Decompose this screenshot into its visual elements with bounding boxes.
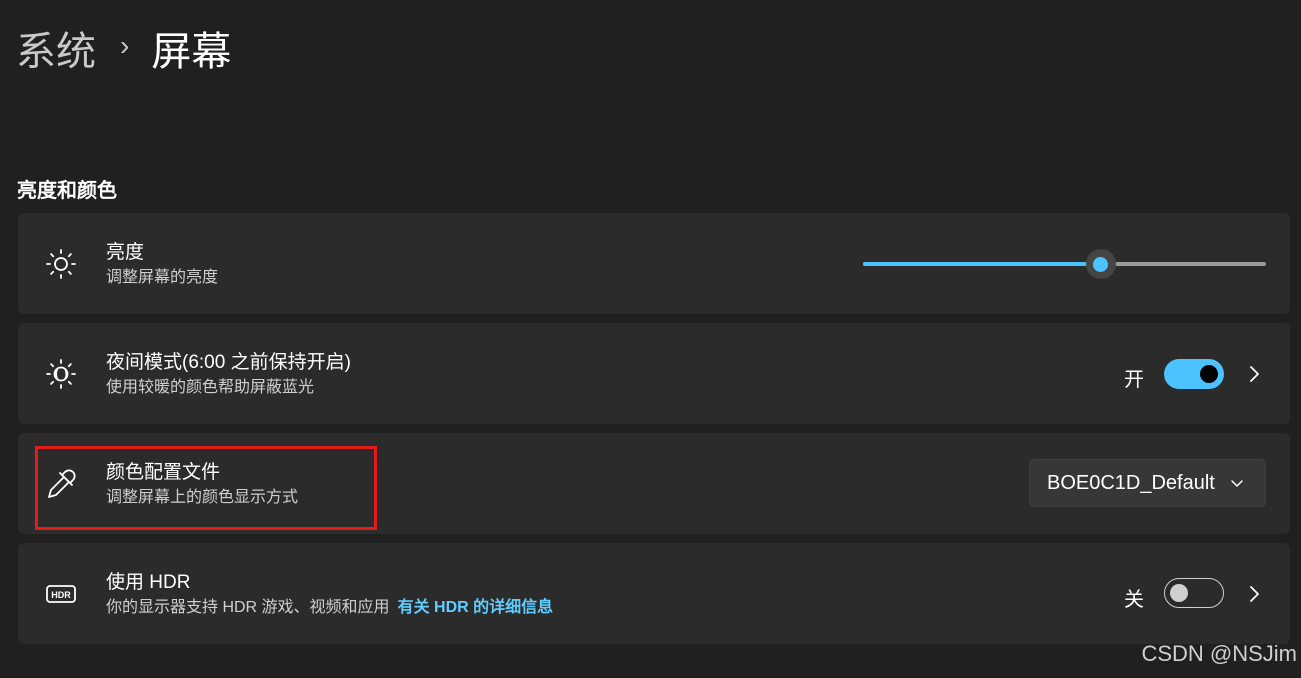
- slider-thumb-center: [1093, 256, 1109, 272]
- toggle-knob: [1200, 365, 1218, 383]
- hdr-title: 使用 HDR: [106, 572, 191, 593]
- night-mode-toggle[interactable]: [1164, 359, 1224, 389]
- dropdown-value: BOE0C1D_Default: [1047, 472, 1215, 494]
- hdr-subtitle-text: 你的显示器支持 HDR 游戏、视频和应用: [106, 599, 390, 616]
- hdr-card[interactable]: HDR 使用 HDR 你的显示器支持 HDR 游戏、视频和应用 有关 HDR 的详…: [18, 543, 1290, 644]
- chevron-down-icon: [1231, 480, 1243, 487]
- hdr-subtitle: 你的显示器支持 HDR 游戏、视频和应用 有关 HDR 的详细信息: [106, 597, 553, 619]
- toggle-knob: [1170, 583, 1188, 602]
- highlight-annotation-box: [35, 446, 377, 530]
- watermark: CSDN @NSJim: [1141, 641, 1297, 666]
- slider-thumb[interactable]: [1085, 249, 1116, 279]
- breadcrumb-parent-system[interactable]: 系统: [16, 19, 96, 77]
- night-mode-subtitle: 使用较暖的颜色帮助屏蔽蓝光: [106, 379, 315, 396]
- page-title: 屏幕: [151, 30, 232, 74]
- chevron-right-icon[interactable]: [1244, 364, 1264, 384]
- hdr-toggle-label: 关: [1124, 589, 1144, 611]
- night-light-icon: [46, 359, 76, 389]
- chevron-right-icon[interactable]: [1244, 584, 1264, 604]
- svg-text:HDR: HDR: [51, 590, 71, 600]
- night-mode-card[interactable]: 夜间模式(6:00 之前保持开启) 使用较暖的颜色帮助屏蔽蓝光 开: [18, 323, 1290, 424]
- hdr-info-link[interactable]: 有关 HDR 的详细信息: [398, 599, 554, 616]
- color-profile-dropdown[interactable]: BOE0C1D_Default: [1029, 459, 1266, 507]
- night-mode-title: 夜间模式(6:00 之前保持开启): [106, 352, 351, 373]
- brightness-card: 亮度 调整屏幕的亮度: [18, 213, 1290, 314]
- brightness-slider[interactable]: [863, 249, 1266, 279]
- hdr-toggle[interactable]: [1164, 578, 1224, 608]
- breadcrumb-separator: ›: [120, 30, 130, 61]
- slider-fill: [863, 262, 1101, 266]
- breadcrumb: 系统 › 屏幕: [16, 22, 231, 74]
- sun-icon: [46, 249, 76, 279]
- night-mode-toggle-label: 开: [1124, 369, 1144, 391]
- hdr-icon: HDR: [46, 585, 76, 603]
- brightness-title: 亮度: [106, 242, 145, 263]
- section-title: 亮度和颜色: [17, 180, 117, 202]
- brightness-subtitle: 调整屏幕的亮度: [106, 269, 219, 286]
